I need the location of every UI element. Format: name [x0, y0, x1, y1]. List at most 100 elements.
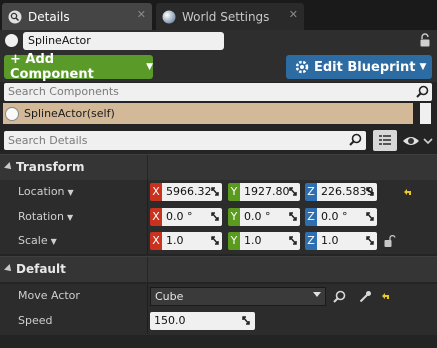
property-scale: Scale ▼ X 1.0 Y 1.0 Z 1.0: [0, 229, 437, 254]
column-divider: [147, 180, 148, 205]
panel-background: [0, 335, 437, 348]
property-matrix-button[interactable]: [373, 130, 397, 151]
speed-field[interactable]: 150.0: [150, 312, 255, 330]
column-divider: [147, 257, 148, 283]
actor-name-field[interactable]: SplineActor: [23, 32, 224, 50]
scale-y-field[interactable]: Y 1.0: [228, 232, 300, 250]
rotation-x-value: 0.0 °: [166, 210, 193, 223]
z-axis-tag: Z: [305, 183, 317, 201]
search-components-input[interactable]: Search Components: [4, 83, 432, 101]
scale-x-value: 1.0: [166, 234, 184, 247]
add-component-label: + Add Component: [10, 52, 94, 82]
move-actor-label: Move Actor: [18, 289, 80, 302]
chevron-down-icon: ▼: [146, 62, 153, 72]
property-move-actor: Move Actor Cube: [0, 284, 437, 309]
drag-handle-icon[interactable]: [289, 212, 297, 221]
location-x-value: 5966.32: [166, 185, 212, 198]
rotation-z-field[interactable]: Z 0.0 °: [305, 208, 377, 226]
details-icon: [8, 10, 22, 23]
rotation-x-field[interactable]: X 0.0 °: [150, 208, 222, 226]
tab-world-settings-label: World Settings: [182, 9, 270, 24]
column-divider: [147, 284, 148, 309]
rotation-z-value: 0.0 °: [321, 210, 348, 223]
column-divider: [147, 229, 148, 254]
category-transform[interactable]: Transform: [0, 154, 437, 181]
drag-handle-icon[interactable]: [366, 187, 374, 196]
move-actor-value: Cube: [155, 290, 184, 303]
view-options-button[interactable]: [401, 132, 433, 150]
chevron-down-icon: ▼: [67, 188, 74, 197]
lock-icon[interactable]: [419, 33, 431, 48]
collapse-arrow-icon: [4, 162, 14, 172]
x-axis-tag: X: [150, 208, 162, 226]
blueprint-icon: [295, 60, 309, 74]
property-speed: Speed 150.0: [0, 309, 437, 335]
y-axis-tag: Y: [228, 183, 240, 201]
drag-handle-icon[interactable]: [366, 212, 374, 221]
add-component-button[interactable]: + Add Component ▼: [4, 52, 153, 82]
edit-blueprint-label: Edit Blueprint: [314, 59, 416, 75]
tree-item-splineactor[interactable]: SplineActor(self): [3, 103, 413, 124]
close-icon[interactable]: ✕: [289, 8, 298, 21]
component-tree: SplineActor(self): [3, 102, 433, 125]
chevron-down-icon: ▼: [67, 213, 74, 222]
y-axis-tag: Y: [228, 232, 240, 250]
search-details-input[interactable]: Search Details: [4, 131, 366, 150]
lock-icon[interactable]: [384, 234, 396, 248]
rotation-y-value: 0.0 °: [244, 210, 271, 223]
move-actor-dropdown[interactable]: Cube: [150, 287, 326, 306]
location-x-field[interactable]: X 5966.32: [150, 183, 222, 201]
property-location: Location ▼ X 5966.32 Y 1927.80 Z 226.5839: [0, 180, 437, 205]
tab-bar: Details ✕ World Settings ✕: [0, 0, 437, 30]
chevron-down-icon: ▼: [50, 237, 57, 246]
reset-to-default-icon[interactable]: [381, 293, 390, 300]
browse-search-icon[interactable]: [333, 290, 346, 303]
toolbar: + Add Component ▼ Edit Blueprint ▼: [0, 52, 437, 82]
y-axis-tag: Y: [228, 208, 240, 226]
drag-handle-icon[interactable]: [211, 187, 219, 196]
tab-details-label: Details: [28, 9, 70, 24]
close-icon[interactable]: ✕: [137, 8, 146, 21]
search-icon: [416, 85, 429, 98]
drag-handle-icon[interactable]: [289, 236, 297, 245]
category-default-label: Default: [16, 262, 66, 276]
chevron-down-icon: [313, 292, 321, 297]
tab-world-settings[interactable]: World Settings ✕: [156, 3, 304, 30]
chevron-down-icon: ▼: [419, 62, 427, 72]
drag-handle-icon[interactable]: [366, 236, 374, 245]
drag-handle-icon[interactable]: [211, 236, 219, 245]
eye-icon: [403, 137, 433, 145]
location-label[interactable]: Location ▼: [18, 185, 74, 198]
scrollbar[interactable]: [420, 103, 431, 124]
tab-details[interactable]: Details ✕: [2, 3, 152, 30]
search-details-placeholder: Search Details: [8, 134, 88, 147]
column-divider: [147, 155, 148, 181]
edit-blueprint-button[interactable]: Edit Blueprint ▼: [286, 55, 432, 79]
actor-icon: [5, 34, 18, 47]
grid-icon: [379, 135, 391, 145]
globe-icon: [162, 10, 176, 23]
rotation-label[interactable]: Rotation ▼: [18, 210, 73, 223]
scale-x-field[interactable]: X 1.0: [150, 232, 222, 250]
scale-y-value: 1.0: [244, 234, 262, 247]
scale-z-field[interactable]: Z 1.0: [305, 232, 377, 250]
column-divider: [147, 309, 148, 334]
category-default[interactable]: Default: [0, 256, 437, 283]
z-axis-tag: Z: [305, 208, 317, 226]
reset-to-default-icon[interactable]: [403, 189, 412, 196]
scale-z-value: 1.0: [321, 234, 339, 247]
category-transform-label: Transform: [16, 160, 85, 174]
location-y-value: 1927.80: [244, 185, 290, 198]
z-axis-tag: Z: [305, 232, 317, 250]
location-y-field[interactable]: Y 1927.80: [228, 183, 300, 201]
tree-item-label: SplineActor(self): [24, 107, 115, 120]
eyedropper-icon[interactable]: [359, 290, 372, 303]
rotation-y-field[interactable]: Y 0.0 °: [228, 208, 300, 226]
actor-header: SplineActor: [0, 30, 437, 52]
drag-handle-icon[interactable]: [211, 212, 219, 221]
location-z-field[interactable]: Z 226.5839: [305, 183, 377, 201]
drag-handle-icon[interactable]: [242, 316, 250, 325]
scale-label[interactable]: Scale ▼: [18, 234, 57, 247]
drag-handle-icon[interactable]: [289, 187, 297, 196]
x-axis-tag: X: [150, 183, 162, 201]
